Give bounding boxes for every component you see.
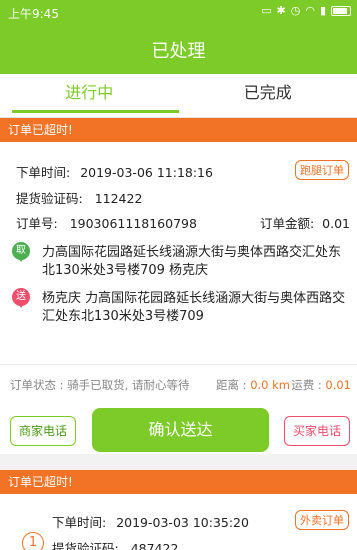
timeout-banner: 订单已超时!: [0, 470, 357, 494]
order-card[interactable]: 1 下单时间: 2019-03-03 10:35:20 外卖订单 提货验证码: …: [0, 494, 357, 550]
page-title: 已处理: [151, 41, 206, 62]
order-time-row: 下单时间: 2019-03-06 11:18:16: [16, 162, 213, 181]
verify-code-row: 提货验证码: 487422: [52, 538, 178, 550]
alarm-icon: ◷: [290, 4, 301, 17]
order-status-row: 订单状态 : 骑手已取货, 请耐心等待: [10, 377, 190, 393]
delivery-pin-icon: 送: [12, 288, 30, 308]
status-icons: ▭ ✱ ◷ ◠ ▮: [261, 4, 351, 17]
verify-code-label: 提货验证码:: [52, 541, 119, 550]
distance-value: 0.0 km: [250, 378, 290, 392]
divider: [0, 364, 357, 365]
timeout-banner: 订单已超时!: [0, 118, 357, 142]
order-amount-label: 订单金额:: [259, 216, 315, 231]
verify-code-label: 提货验证码:: [16, 191, 83, 206]
verify-code-value: 487422: [130, 541, 179, 550]
fee-row: 运费 : 0.01: [291, 377, 351, 393]
merchant-call-button[interactable]: 商家电话: [10, 416, 76, 446]
tab-bar: 进行中 已完成: [0, 74, 357, 118]
order-card[interactable]: 下单时间: 2019-03-06 11:18:16 跑腿订单 提货验证码: 11…: [0, 142, 357, 454]
order-no-row: 订单号: 1903061118160798: [16, 213, 197, 232]
order-time-label: 下单时间:: [16, 165, 71, 180]
battery-icon: [331, 5, 351, 16]
order-no-label: 订单号:: [16, 216, 58, 231]
order-no-value: 1903061118160798: [69, 216, 197, 231]
bluetooth-icon: ✱: [276, 4, 286, 17]
tab-in-progress[interactable]: 进行中: [0, 74, 179, 117]
pickup-address: 力高国际花园路延长线涵源大街与奥体西路交汇处东北130米处3号楼709 杨克庆: [42, 245, 342, 278]
order-type-tag: 外卖订单: [295, 510, 349, 530]
distance-label: 距离 :: [216, 378, 247, 392]
tab-completed[interactable]: 已完成: [179, 74, 357, 117]
buyer-call-button[interactable]: 买家电话: [284, 416, 350, 446]
order-status-text: 骑手已取货, 请耐心等待: [67, 378, 190, 392]
fee-label: 运费 :: [291, 378, 322, 392]
signal-icon: ▮: [319, 4, 326, 17]
pickup-pin-icon: 取: [12, 242, 30, 262]
fee-value: 0.01: [325, 378, 351, 392]
nav-bar: 已处理: [0, 24, 357, 74]
order-index-badge: 1: [22, 532, 44, 550]
order-time-value: 2019-03-03 10:35:20: [116, 515, 249, 530]
notification-icon: ▭: [261, 4, 272, 17]
status-bar: 上午9:45 ▭ ✱ ◷ ◠ ▮: [0, 0, 357, 24]
distance-row: 距离 : 0.0 km: [216, 377, 290, 393]
delivery-address: 杨克庆 力高国际花园路延长线涵源大街与奥体西路交汇处东北130米处3号楼709: [42, 291, 346, 324]
wifi-icon: ◠: [305, 4, 315, 17]
order-status-label: 订单状态 :: [10, 378, 64, 392]
status-time: 上午9:45: [8, 7, 59, 21]
order-time-label: 下单时间:: [52, 515, 107, 530]
order-amount-value: 0.01: [322, 216, 350, 231]
confirm-delivery-button[interactable]: 确认送达: [92, 408, 269, 452]
order-type-tag: 跑腿订单: [295, 160, 349, 180]
order-time-value: 2019-03-06 11:18:16: [80, 165, 213, 180]
verify-code-row: 提货验证码: 112422: [16, 188, 142, 207]
verify-code-value: 112422: [94, 191, 143, 206]
order-amount-row: 订单金额: 0.01: [260, 213, 350, 232]
order-time-row: 下单时间: 2019-03-03 10:35:20: [52, 512, 249, 531]
